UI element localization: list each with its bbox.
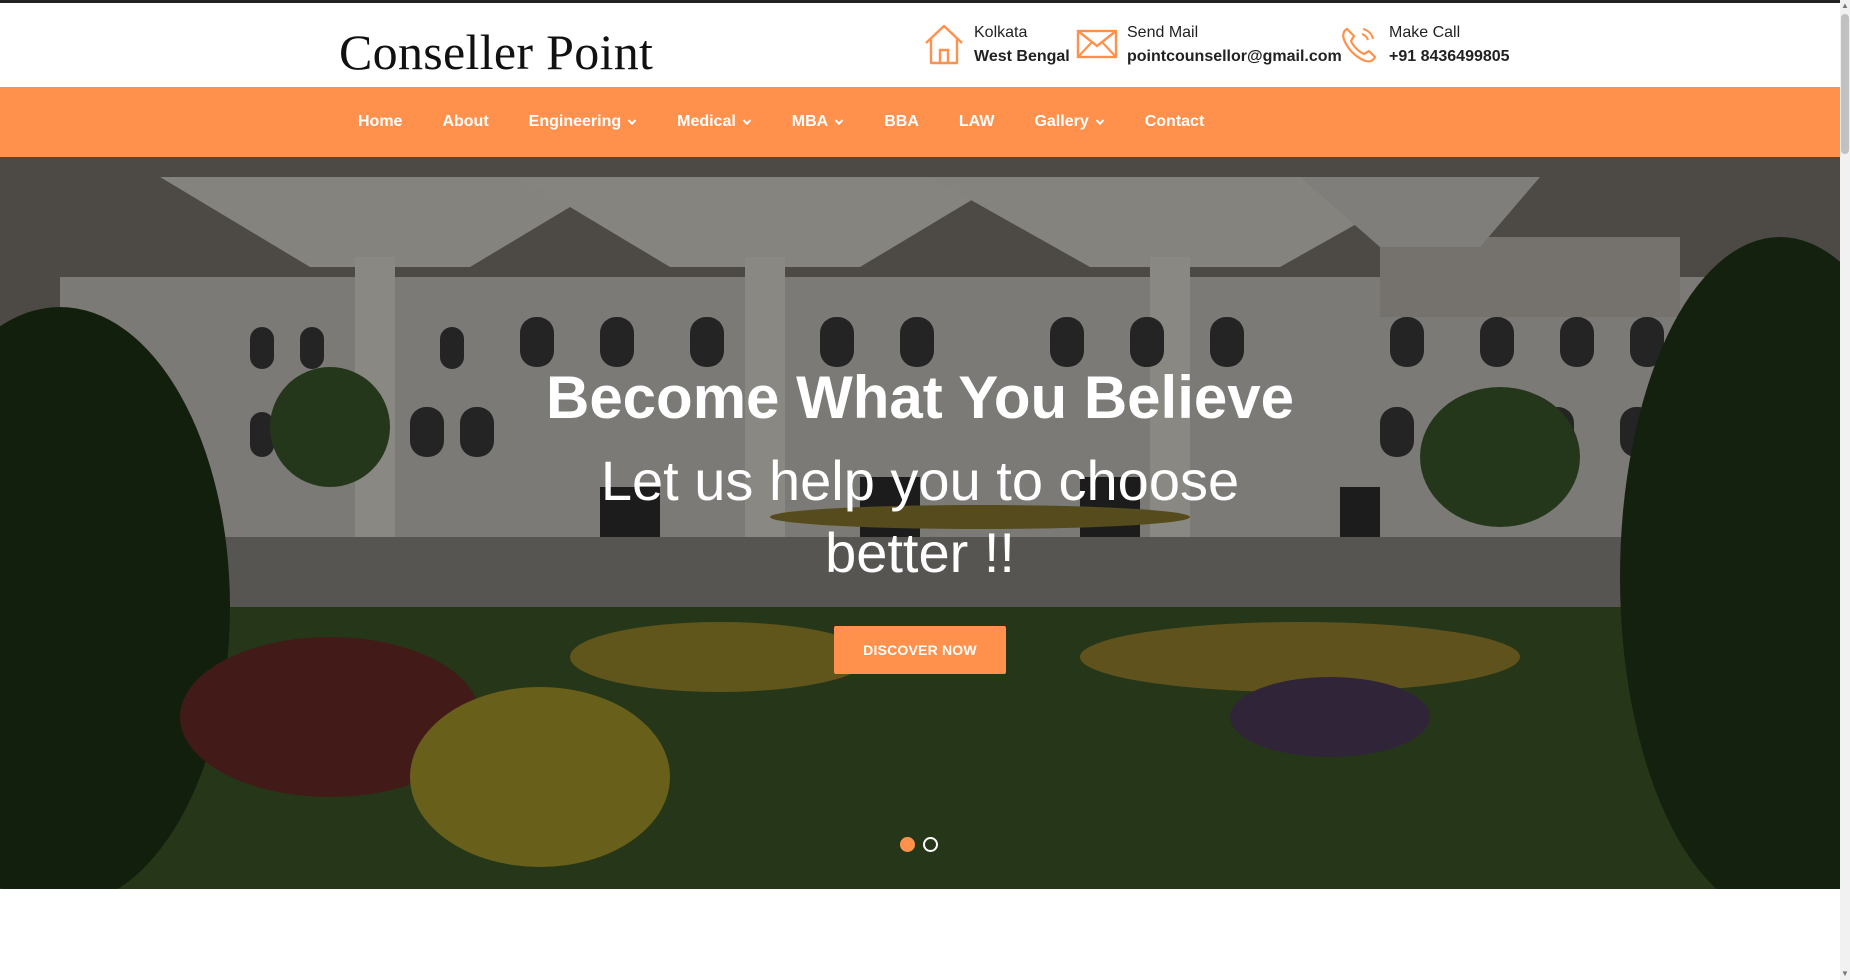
nav-item-label: Contact <box>1144 113 1205 130</box>
chevron-down-icon <box>1095 119 1104 126</box>
scroll-down-arrow-icon[interactable]: ▼ <box>1841 969 1849 979</box>
nav-item-bba[interactable]: BBA <box>884 113 919 131</box>
nav-item-label: Medical <box>677 113 736 130</box>
vertical-scrollbar[interactable]: ▲ ▼ <box>1840 0 1850 980</box>
nav-item-contact[interactable]: Contact <box>1145 113 1205 131</box>
main-nav: Home About Engineering Medical MBA BBA L… <box>0 87 1840 157</box>
nav-item-label: About <box>442 113 489 130</box>
nav-item-medical[interactable]: Medical <box>677 113 752 131</box>
location-state: West Bengal <box>974 48 1070 65</box>
hero-slider: Become What You Believe Let us help you … <box>0 157 1840 889</box>
chevron-down-icon <box>834 119 844 126</box>
chevron-down-icon <box>742 119 752 126</box>
nav-item-label: BBA <box>884 113 919 130</box>
nav-item-law[interactable]: LAW <box>959 113 995 131</box>
contact-phone[interactable]: Make Call +91 8436499805 <box>1337 21 1510 71</box>
nav-item-engineering[interactable]: Engineering <box>529 113 637 131</box>
scroll-up-arrow-icon[interactable]: ▲ <box>1841 1 1849 11</box>
chevron-down-icon <box>627 119 637 126</box>
nav-item-home[interactable]: Home <box>358 113 402 131</box>
nav-item-label: MBA <box>791 113 829 130</box>
mail-label: Send Mail <box>1127 24 1199 41</box>
site-logo[interactable]: Conseller Point <box>339 23 653 81</box>
discover-now-button[interactable]: DISCOVER NOW <box>834 626 1006 674</box>
slider-dot-2[interactable] <box>923 837 938 852</box>
hero-subtitle: Let us help you to choose better !! <box>600 449 1240 584</box>
slider-pagination <box>900 837 938 852</box>
phone-number[interactable]: +91 8436499805 <box>1389 45 1510 69</box>
contact-location: Kolkata West Bengal <box>922 21 1070 71</box>
nav-item-label: Home <box>358 113 403 130</box>
nav-item-gallery[interactable]: Gallery <box>1034 113 1104 131</box>
mail-icon <box>1076 29 1118 59</box>
nav-item-label: Gallery <box>1034 113 1089 130</box>
nav-item-mba[interactable]: MBA <box>792 113 844 131</box>
mail-address[interactable]: pointcounsellor@gmail.com <box>1127 45 1342 69</box>
phone-icon <box>1342 27 1377 63</box>
location-city: Kolkata <box>974 24 1028 41</box>
home-icon <box>925 24 963 65</box>
slider-dot-1[interactable] <box>900 837 915 852</box>
contact-mail[interactable]: Send Mail pointcounsellor@gmail.com <box>1075 21 1342 71</box>
phone-label: Make Call <box>1389 24 1461 41</box>
nav-item-about[interactable]: About <box>442 113 488 131</box>
site-header: Conseller Point Kolkata West Bengal Send… <box>0 3 1840 87</box>
page: Conseller Point Kolkata West Bengal Send… <box>0 0 1850 980</box>
scrollbar-thumb[interactable] <box>1841 14 1849 154</box>
nav-item-label: Engineering <box>528 113 622 130</box>
nav-item-label: LAW <box>958 113 995 130</box>
hero-title: Become What You Believe <box>545 364 1294 431</box>
